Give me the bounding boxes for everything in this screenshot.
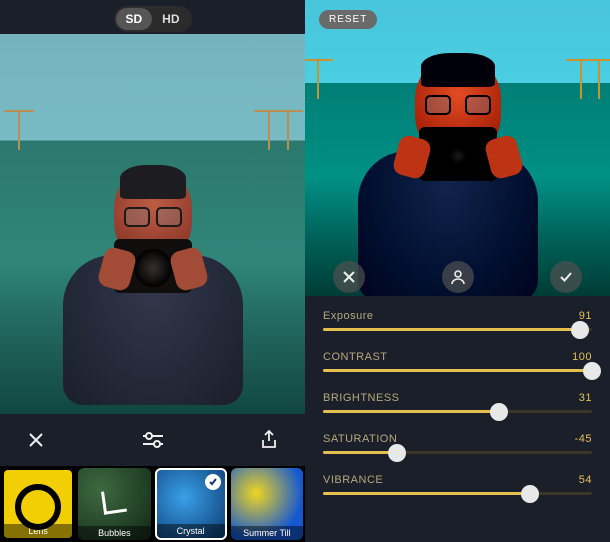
slider-thumb[interactable]: [521, 485, 539, 503]
confirm-button[interactable]: [550, 261, 582, 293]
applied-check-icon: [205, 474, 221, 490]
slider-label: VIBRANCE: [323, 474, 383, 486]
slider-thumb[interactable]: [388, 444, 406, 462]
slider-exposure: Exposure 91: [323, 310, 592, 345]
right-panel: RESET Exposure 91: [305, 0, 610, 542]
filter-chip-lens[interactable]: Lens: [2, 468, 74, 540]
slider-label: Exposure: [323, 310, 373, 322]
slider-vibrance: VIBRANCE 54: [323, 474, 592, 509]
filter-label: Lens: [4, 524, 72, 538]
cancel-button[interactable]: [333, 261, 365, 293]
share-icon[interactable]: [255, 426, 283, 454]
photo-scene: [305, 0, 610, 296]
slider-value: 54: [579, 474, 592, 486]
slider-track[interactable]: [323, 328, 592, 331]
slider-thumb[interactable]: [571, 321, 589, 339]
adjustment-sliders: Exposure 91 CONTRAST 100 BRIGHTNESS 31: [305, 296, 610, 542]
filter-chip-bubbles[interactable]: Bubbles: [78, 468, 150, 540]
slider-brightness: BRIGHTNESS 31: [323, 392, 592, 427]
left-panel: SD HD: [0, 0, 305, 542]
close-icon[interactable]: [22, 426, 50, 454]
quality-option-hd[interactable]: HD: [152, 8, 189, 30]
slider-track[interactable]: [323, 451, 592, 454]
slider-value: 31: [579, 392, 592, 404]
filter-label: Bubbles: [78, 526, 150, 540]
image-preview-right: RESET: [305, 0, 610, 296]
left-toolbar: [0, 414, 305, 466]
slider-value: -45: [575, 433, 592, 445]
adjust-sliders-icon[interactable]: [139, 426, 167, 454]
filter-label: Summer Till: [231, 526, 303, 540]
photo-scene: [0, 34, 305, 414]
reset-button[interactable]: RESET: [319, 10, 377, 29]
slider-contrast: CONTRAST 100: [323, 351, 592, 386]
slider-thumb[interactable]: [583, 362, 601, 380]
slider-track[interactable]: [323, 410, 592, 413]
filter-strip: Lens Bubbles Crystal Summer Till: [0, 466, 305, 542]
slider-label: BRIGHTNESS: [323, 392, 400, 404]
image-preview-left: [0, 34, 305, 414]
slider-track[interactable]: [323, 369, 592, 372]
slider-saturation: SATURATION -45: [323, 433, 592, 468]
slider-label: SATURATION: [323, 433, 397, 445]
filter-label: Crystal: [157, 524, 225, 538]
portrait-icon[interactable]: [442, 261, 474, 293]
slider-thumb[interactable]: [490, 403, 508, 421]
slider-track[interactable]: [323, 492, 592, 495]
quality-toggle: SD HD: [113, 6, 191, 32]
action-row: [305, 261, 610, 296]
filter-chip-crystal[interactable]: Crystal: [155, 468, 227, 540]
quality-option-sd[interactable]: SD: [115, 8, 152, 30]
filter-chip-summer[interactable]: Summer Till: [231, 468, 303, 540]
slider-label: CONTRAST: [323, 351, 388, 363]
